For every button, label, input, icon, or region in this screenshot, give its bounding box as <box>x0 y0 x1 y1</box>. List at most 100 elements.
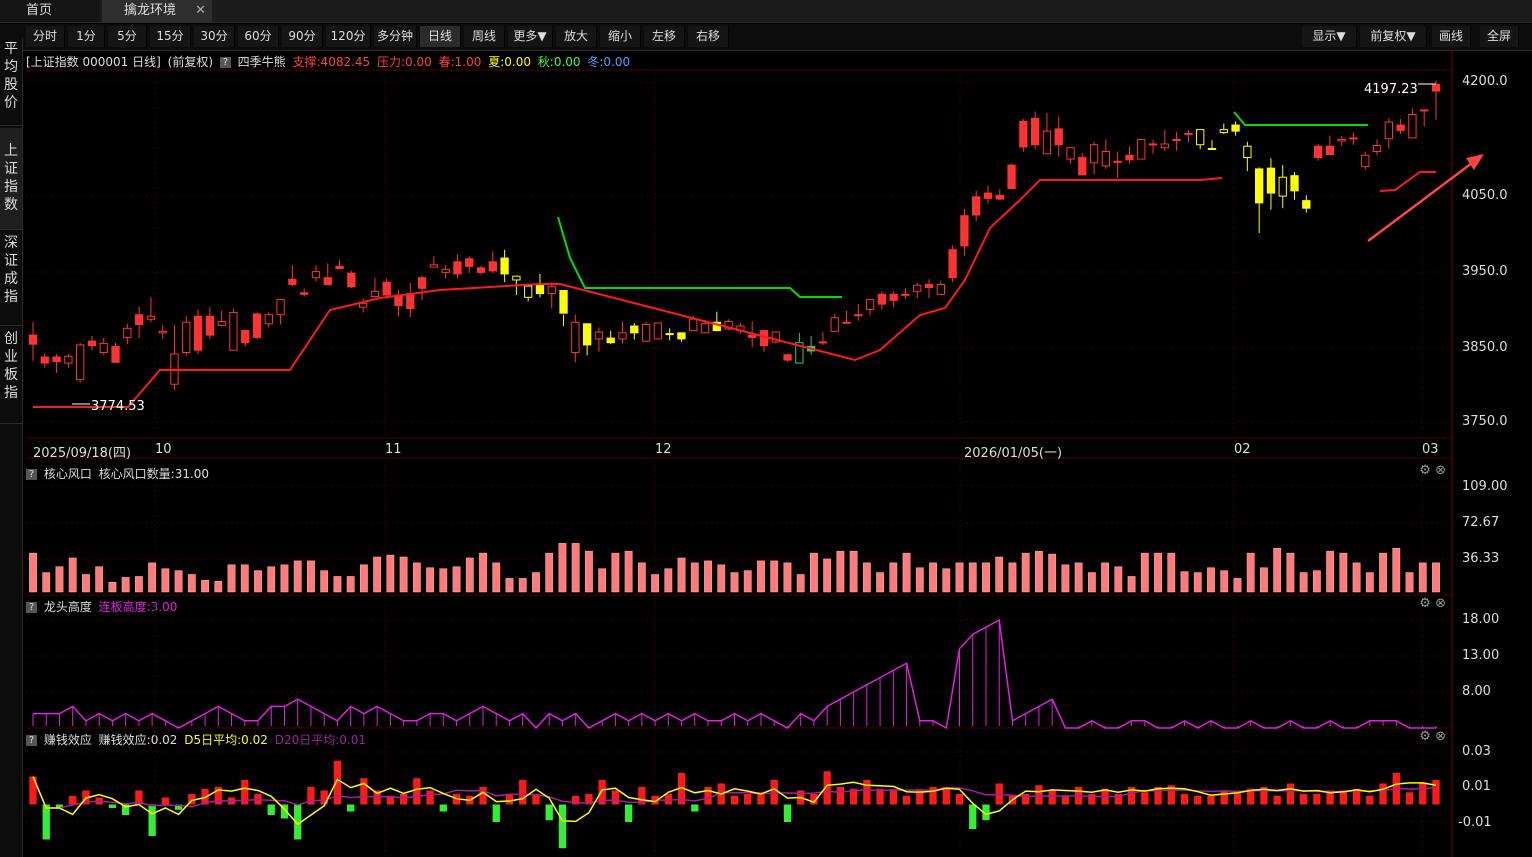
core-bar <box>1087 572 1096 593</box>
money-bar <box>108 804 117 808</box>
core-bar <box>214 581 223 593</box>
candle-body <box>382 281 391 296</box>
money-bar <box>1220 790 1228 805</box>
candle-body <box>653 322 663 340</box>
candle-body <box>606 337 615 344</box>
money-bar <box>42 804 50 840</box>
candle-body <box>748 334 757 338</box>
gear-icon[interactable]: ⚙ <box>1419 463 1431 478</box>
core-bar <box>1048 553 1057 593</box>
candle-body <box>182 321 191 353</box>
candle-body <box>948 249 957 279</box>
close-icon[interactable]: ⊗ <box>1435 729 1446 744</box>
close-icon[interactable]: ⊗ <box>1435 463 1446 478</box>
date-tick-label: 12 <box>655 442 672 457</box>
candle-body <box>995 194 1004 200</box>
candle-body <box>889 293 898 301</box>
core-bar <box>492 562 501 593</box>
candle-body <box>1007 164 1016 190</box>
core-bar <box>1260 567 1268 593</box>
core-bar <box>267 566 276 593</box>
candle-body <box>1089 144 1099 164</box>
money-bar <box>624 804 633 822</box>
candle-body <box>677 332 686 340</box>
candle-body <box>901 293 910 296</box>
candle-body <box>512 275 521 281</box>
core-bar <box>677 557 686 593</box>
close-icon[interactable]: ⊗ <box>1435 596 1446 611</box>
core-bar <box>1339 552 1348 593</box>
money-panel-tick-label: -0.01 <box>1458 815 1492 830</box>
core-bar <box>121 577 130 593</box>
money-bar <box>439 804 447 812</box>
core-bar <box>942 568 951 593</box>
money-bar <box>148 804 156 836</box>
candle-body <box>1278 176 1287 197</box>
core-bar <box>82 574 90 593</box>
core-bar <box>955 562 964 593</box>
candle-body <box>241 330 250 344</box>
candle-body <box>1325 145 1335 156</box>
core-bar <box>1299 572 1308 593</box>
money-bar <box>969 804 977 829</box>
support-line <box>1379 171 1436 192</box>
candle-body <box>630 325 639 334</box>
candle-body <box>1160 143 1169 149</box>
date-tick-label: 2026/01/05(一) <box>964 446 1063 461</box>
price-tick-label: 3750.0 <box>1462 414 1508 429</box>
core-bar <box>399 556 408 593</box>
candle-body <box>665 333 674 336</box>
candle-body <box>1349 137 1358 140</box>
money-bar <box>1286 783 1295 805</box>
core-bar <box>1140 552 1149 593</box>
candle-body <box>441 268 450 273</box>
candle-body <box>1101 151 1111 167</box>
core-bar <box>161 568 170 593</box>
pressure-line <box>1233 111 1368 126</box>
candle-body <box>28 334 38 345</box>
core-bar <box>611 552 620 593</box>
core-bar <box>651 574 659 593</box>
core-bar <box>823 558 832 593</box>
core-bar <box>412 562 421 593</box>
candle-body <box>818 341 828 344</box>
core-bar <box>704 560 712 593</box>
money-bar <box>413 778 421 805</box>
core-bar <box>1220 570 1229 593</box>
core-bar <box>902 552 911 593</box>
candle-body <box>1290 175 1299 192</box>
candle-body <box>264 314 273 325</box>
money-bar <box>69 795 77 805</box>
core-bar <box>717 564 726 593</box>
candle-body <box>1384 121 1393 140</box>
kline-chart[interactable] <box>0 0 1532 857</box>
candle-body <box>1184 132 1193 135</box>
candle-body <box>453 261 462 275</box>
core-bar <box>1392 547 1401 593</box>
core-bar <box>174 570 183 593</box>
money-bar <box>1313 794 1321 805</box>
candle-body <box>594 331 604 340</box>
gear-icon[interactable]: ⚙ <box>1419 729 1431 744</box>
core-bar <box>386 554 395 593</box>
money-bar <box>955 794 964 805</box>
gear-icon[interactable]: ⚙ <box>1419 596 1431 611</box>
core-bar <box>1405 572 1414 593</box>
core-bar <box>664 568 673 593</box>
core-bar <box>995 556 1004 593</box>
candle-body <box>641 324 651 342</box>
core-bar <box>1432 562 1440 593</box>
core-bar <box>1008 562 1017 593</box>
price-tick-label: 3850.0 <box>1462 340 1508 355</box>
core-bar <box>598 568 607 593</box>
core-bar <box>29 552 37 593</box>
dragon-panel-tick-label: 18.00 <box>1462 612 1500 627</box>
candle-body <box>500 257 509 275</box>
dragon-panel-tick-label: 8.00 <box>1462 684 1491 699</box>
core-bar <box>333 576 342 593</box>
money-bar <box>704 787 712 805</box>
candle-body <box>40 356 49 364</box>
money-bar <box>863 780 871 805</box>
core-bar <box>95 566 104 593</box>
core-bar <box>545 552 554 593</box>
